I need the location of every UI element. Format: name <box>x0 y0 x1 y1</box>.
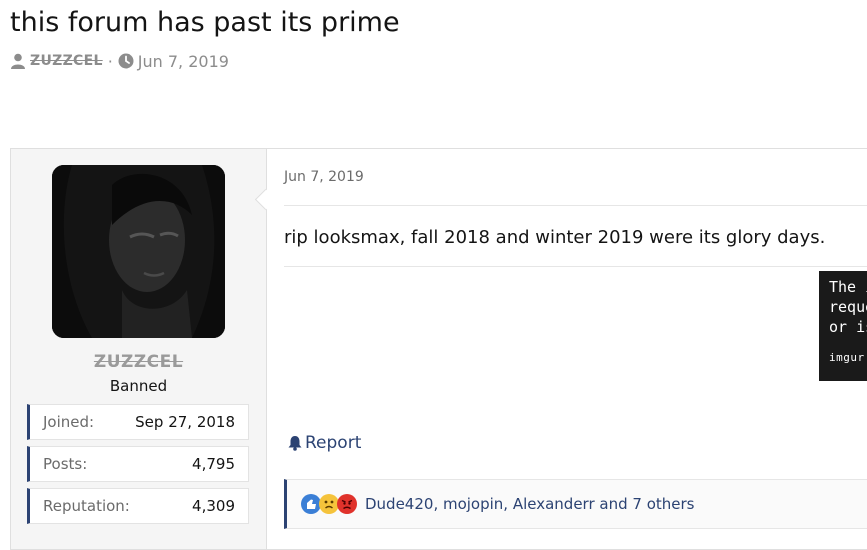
embed-brand: imgur <box>829 351 865 364</box>
stat-label: Reputation: <box>43 497 130 515</box>
user-icon <box>11 53 25 69</box>
stat-value: 4,309 <box>192 497 235 515</box>
divider <box>284 266 867 267</box>
sad-icon <box>319 494 339 514</box>
reaction-users-link[interactable]: Dude420, mojopin, Alexanderr and 7 other… <box>365 495 694 513</box>
avatar[interactable] <box>52 165 225 338</box>
stat-reputation: Reputation: 4,309 <box>27 488 249 524</box>
post-date-link[interactable]: Jun 7, 2019 <box>284 169 364 185</box>
embed-text: The i <box>829 278 867 296</box>
divider <box>284 205 867 206</box>
post-user-cell: ZUZZCEL Banned Joined: Sep 27, 2018 Post… <box>11 149 267 549</box>
thread-meta: ZUZZCEL · Jun 7, 2019 <box>10 50 229 72</box>
bell-icon <box>288 436 302 451</box>
meta-separator: · <box>107 51 113 71</box>
stat-label: Posts: <box>43 455 88 473</box>
stat-value: 4,795 <box>192 455 235 473</box>
embed-text: or is <box>829 318 867 336</box>
thread-author-link[interactable]: ZUZZCEL <box>30 53 103 69</box>
embed-text: reque <box>829 298 867 316</box>
thread-date-link[interactable]: Jun 7, 2019 <box>138 52 229 71</box>
stat-posts: Posts: 4,795 <box>27 446 249 482</box>
reaction-icons <box>301 494 357 514</box>
angry-icon <box>337 494 357 514</box>
embedded-image[interactable]: The i reque or is imgur <box>819 271 867 381</box>
clock-icon <box>118 53 134 69</box>
reactions-bar[interactable]: Dude420, mojopin, Alexanderr and 7 other… <box>284 479 867 529</box>
post-username-link[interactable]: ZUZZCEL <box>11 352 266 372</box>
like-icon <box>301 494 321 514</box>
user-title: Banned <box>109 377 168 395</box>
report-label: Report <box>305 433 362 453</box>
avatar-image <box>52 165 225 338</box>
thread-title: this forum has past its prime <box>10 7 400 38</box>
post-message: ZUZZCEL Banned Joined: Sep 27, 2018 Post… <box>10 148 867 550</box>
stat-label: Joined: <box>43 413 95 431</box>
report-link[interactable]: Report <box>287 433 361 453</box>
post-body-text: rip looksmax, fall 2018 and winter 2019 … <box>284 227 826 248</box>
stat-value: Sep 27, 2018 <box>135 413 235 431</box>
stat-joined: Joined: Sep 27, 2018 <box>27 404 249 440</box>
